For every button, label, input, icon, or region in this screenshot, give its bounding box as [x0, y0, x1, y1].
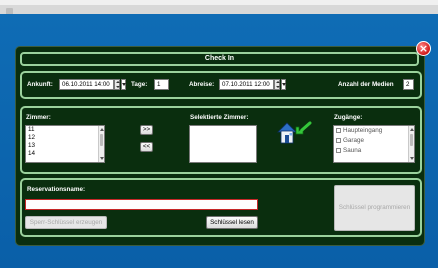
access-item-sauna[interactable]: Sauna — [334, 146, 414, 156]
scroll-down-icon[interactable] — [100, 157, 104, 160]
close-button[interactable]: × — [416, 41, 431, 56]
media-count-label: Anzahl der Medien — [338, 81, 394, 88]
scroll-thumb[interactable] — [410, 134, 413, 146]
scroll-thumb[interactable] — [100, 134, 103, 146]
reservation-name-input[interactable] — [25, 199, 258, 210]
departure-spinner[interactable] — [274, 79, 280, 90]
arrival-datetime-field[interactable]: 06.10.2011 14:00 — [59, 79, 114, 90]
spare-key-button[interactable]: Sperr-Schlüssel erzeugen — [25, 216, 107, 229]
house-key-arrow-icon — [276, 120, 312, 146]
scroll-up-icon[interactable] — [100, 128, 104, 131]
departure-datetime-field[interactable]: 07.10.2011 12:00 — [219, 79, 274, 90]
dialog-title: Check In — [20, 52, 419, 66]
frame-strip — [0, 0, 438, 5]
scroll-up-icon[interactable] — [410, 128, 414, 131]
read-key-button[interactable]: Schlüssel lesen — [206, 216, 258, 229]
selected-rooms-label: Selektierte Zimmer: — [190, 114, 249, 121]
access-listbox[interactable]: Haupteingang Garage Sauna — [333, 125, 415, 163]
scroll-down-icon[interactable] — [410, 157, 414, 160]
arrival-label: Ankunft: — [27, 81, 53, 88]
days-field[interactable]: 1 — [154, 79, 169, 90]
departure-dropdown[interactable] — [281, 79, 286, 90]
checkbox-icon[interactable] — [336, 147, 341, 153]
access-scrollbar[interactable] — [408, 126, 414, 162]
rooms-scrollbar[interactable] — [98, 126, 104, 162]
checkbox-icon[interactable] — [336, 127, 341, 133]
selected-rooms-listbox[interactable] — [189, 125, 257, 163]
access-label: Zugänge: — [334, 114, 363, 121]
departure-label: Abreise: — [189, 81, 215, 88]
program-key-button[interactable]: Schlüssel programmieren — [334, 185, 415, 231]
room-item[interactable]: 13 — [26, 142, 104, 150]
add-room-button[interactable]: >> — [140, 125, 153, 135]
access-item-haupteingang[interactable]: Haupteingang — [334, 126, 414, 136]
room-item[interactable]: 11 — [26, 126, 104, 134]
rooms-label: Zimmer: — [26, 114, 51, 121]
rooms-listbox[interactable]: 11 12 13 14 — [25, 125, 105, 163]
days-label: Tage: — [131, 81, 148, 88]
room-item[interactable]: 14 — [26, 150, 104, 158]
media-count-field[interactable]: 2 — [403, 79, 414, 90]
checkbox-icon[interactable] — [336, 137, 341, 143]
arrival-spinner[interactable] — [114, 79, 120, 90]
arrival-dropdown[interactable] — [121, 79, 126, 90]
remove-room-button[interactable]: << — [140, 142, 153, 152]
reservation-name-label: Reservationsname: — [27, 186, 86, 193]
access-item-garage[interactable]: Garage — [334, 136, 414, 146]
room-item[interactable]: 12 — [26, 134, 104, 142]
